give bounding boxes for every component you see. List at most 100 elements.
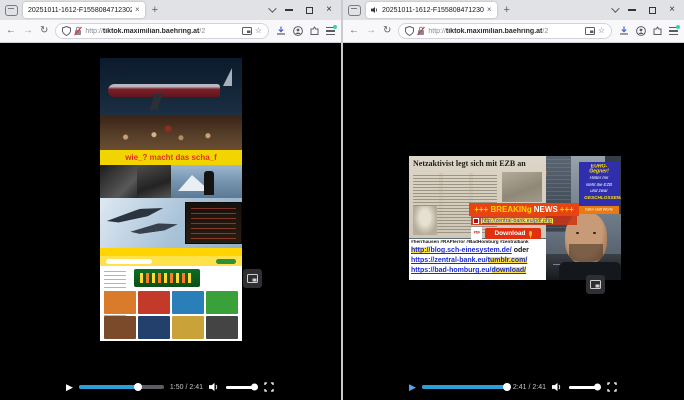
- adobe-pdf-icon: PDF: [471, 227, 482, 240]
- link-line-1[interactable]: http://blog.sch-einesystem.de/ oder: [411, 246, 544, 256]
- update-dot: [676, 25, 680, 29]
- new-tab-button[interactable]: +: [504, 5, 510, 16]
- tab-close-icon[interactable]: ×: [135, 6, 140, 14]
- shield-icon[interactable]: [62, 26, 71, 36]
- tab-title: 20251011-1612-F155808471230: [382, 7, 484, 14]
- hashtags: #herrhausen #RAFterror #BadHomburg #zent…: [411, 240, 515, 245]
- url-bar[interactable]: http://tiktok.maximilian.baehring.at/2 ☆: [398, 23, 612, 39]
- picture-in-picture-toggle[interactable]: [586, 275, 605, 294]
- picture-in-picture-toggle[interactable]: [243, 269, 262, 288]
- maximize-button[interactable]: [306, 7, 313, 14]
- euro-footer-strip: Taten statt Worte: [579, 206, 619, 214]
- bookmark-star-icon[interactable]: ☆: [255, 27, 262, 35]
- newspaper-portrait: [413, 206, 437, 235]
- progress-knob[interactable]: [503, 383, 511, 391]
- progress-bar[interactable]: [79, 385, 164, 389]
- reader-pip-icon[interactable]: [242, 27, 252, 35]
- downloads-icon[interactable]: [619, 26, 629, 36]
- close-window-button[interactable]: ×: [326, 5, 332, 15]
- fullscreen-button[interactable]: [264, 382, 274, 392]
- volume-slider[interactable]: [226, 386, 258, 389]
- euro-gegner-box: EURO-Gegner! Hinter mir steht die EZB un…: [579, 162, 619, 206]
- progress-bar[interactable]: [422, 385, 507, 389]
- list-tabs-chevron-icon[interactable]: [268, 4, 276, 12]
- forward-button[interactable]: →: [366, 26, 376, 36]
- insecure-lock-icon[interactable]: [417, 26, 425, 36]
- progress-knob[interactable]: [134, 383, 142, 391]
- bookmark-star-icon[interactable]: ☆: [598, 27, 605, 35]
- breaking-news-banner: +++ BREAKINg NEWS +++: [469, 203, 579, 216]
- time-display: 1:50 / 2:41: [170, 384, 203, 391]
- link-line-2[interactable]: https://zentral-bank.eu/tumblr.com/: [411, 256, 544, 266]
- download-button[interactable]: Download: [485, 228, 541, 239]
- volume-slider[interactable]: [569, 386, 601, 389]
- account-icon[interactable]: [293, 26, 303, 36]
- video-element-vertical-collage[interactable]: wie_? macht das scha_f: [100, 58, 242, 341]
- firefox-view-icon[interactable]: [348, 5, 361, 16]
- tab-bar: 20251011-1612-F1558084712302147 × + ×: [0, 0, 341, 20]
- tab-audio-icon[interactable]: [371, 6, 379, 14]
- window-controls: ×: [285, 5, 336, 15]
- back-button[interactable]: ←: [349, 26, 359, 36]
- tab-bar: 20251011-1612-F155808471230 × + ×: [343, 0, 684, 20]
- tab-title: 20251011-1612-F1558084712302147: [28, 7, 132, 14]
- firefox-view-icon[interactable]: [5, 5, 18, 16]
- collage-fighter-jets: [100, 198, 242, 248]
- reader-pip-icon[interactable]: [585, 27, 595, 35]
- link-line-3[interactable]: https://bad-homburg.eu/download/: [411, 266, 544, 276]
- url-bar[interactable]: http://tiktok.maximilian.baehring.at/2 ☆: [55, 23, 269, 39]
- page-content: Netzaktivist legt sich mit EZB an EURO-G…: [343, 43, 684, 400]
- minimize-button[interactable]: [628, 9, 636, 10]
- video-element-breaking-news[interactable]: Netzaktivist legt sich mit EZB an EURO-G…: [409, 156, 621, 280]
- window-controls: ×: [628, 5, 679, 15]
- newspaper-photo: [502, 172, 542, 202]
- reload-button[interactable]: ↻: [383, 26, 391, 36]
- forward-button[interactable]: →: [23, 26, 33, 36]
- pdf-link[interactable]: http://zentral-bank.eu/pdf.php: [481, 218, 553, 223]
- browser-window-right: 20251011-1612-F155808471230 × + × ← → ↻: [343, 0, 684, 400]
- active-tab[interactable]: 20251011-1612-F1558084712302147 ×: [23, 2, 145, 18]
- back-button[interactable]: ←: [6, 26, 16, 36]
- maximize-button[interactable]: [649, 7, 656, 14]
- downloads-icon[interactable]: [276, 26, 286, 36]
- new-tab-button[interactable]: +: [152, 5, 158, 16]
- url-text[interactable]: http://tiktok.maximilian.baehring.at/2: [85, 28, 238, 35]
- active-tab[interactable]: 20251011-1612-F155808471230 ×: [366, 2, 497, 18]
- list-tabs-chevron-icon[interactable]: [611, 4, 619, 12]
- collage-jumbo-jet-photo: [100, 58, 242, 116]
- reload-button[interactable]: ↻: [40, 26, 48, 36]
- thumbnail-grid: [104, 291, 238, 339]
- play-button[interactable]: ▶: [409, 383, 416, 392]
- extensions-icon[interactable]: [310, 26, 319, 36]
- mute-button[interactable]: [552, 382, 563, 392]
- menu-hamburger-icon[interactable]: [326, 27, 335, 35]
- page-content: wie_? macht das scha_f: [0, 43, 341, 400]
- close-window-button[interactable]: ×: [669, 5, 675, 15]
- browser-window-left: 20251011-1612-F1558084712302147 × + × ← …: [0, 0, 341, 400]
- play-button[interactable]: ▶: [66, 383, 73, 392]
- tab-close-icon[interactable]: ×: [487, 6, 492, 14]
- mute-button[interactable]: [209, 382, 220, 392]
- minimize-button[interactable]: [285, 9, 293, 10]
- navigation-toolbar: ← → ↻ http://tiktok.maximilian.baehring.…: [0, 20, 341, 43]
- collage-caption-banner: wie_? macht das scha_f: [100, 150, 242, 165]
- volume-knob[interactable]: [594, 384, 601, 391]
- navigation-toolbar: ← → ↻ http://tiktok.maximilian.baehring.…: [343, 20, 684, 43]
- collage-crowd-photo: [100, 116, 242, 150]
- extensions-icon[interactable]: [653, 26, 662, 36]
- url-text[interactable]: http://tiktok.maximilian.baehring.at/2: [428, 28, 581, 35]
- bw-photo-2: [137, 165, 171, 198]
- newspaper-headline: Netzaktivist legt sich mit EZB an: [413, 159, 542, 168]
- volume-knob[interactable]: [251, 384, 258, 391]
- shield-icon[interactable]: [405, 26, 414, 36]
- pdf-link-row: http://zentral-bank.eu/pdf.php: [471, 216, 577, 225]
- menu-hamburger-icon[interactable]: [669, 27, 678, 35]
- caption-text: wie_? macht das scha_f: [125, 153, 217, 162]
- selfie-beard: [569, 244, 603, 262]
- collage-website-screenshot: [100, 248, 242, 341]
- insecure-lock-icon[interactable]: [74, 26, 82, 36]
- fullscreen-button[interactable]: [607, 382, 617, 392]
- account-icon[interactable]: [636, 26, 646, 36]
- links-info-box: #herrhausen #RAFterror #BadHomburg #zent…: [409, 239, 546, 280]
- download-row: PDF Download: [471, 226, 541, 240]
